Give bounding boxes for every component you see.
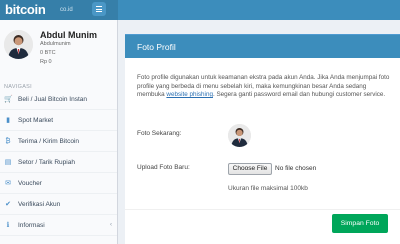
ticket-icon: ✉ (5, 180, 11, 187)
hamburger-icon-line (96, 11, 102, 12)
bitcoin-icon: ₿ (5, 138, 11, 145)
sidebar-item-verifikasi[interactable]: ✔ Verifikasi Akun (0, 195, 117, 215)
hamburger-icon-line (96, 8, 102, 10)
sidebar-item-label: Spot Market (18, 117, 54, 124)
phishing-link[interactable]: website phishing (166, 91, 213, 98)
card-header: Foto Profil (125, 35, 400, 58)
sidebar-item-label: Terima / Kirim Bitcoin (18, 138, 80, 145)
upload-photo-label: Upload Foto Baru: (137, 164, 190, 171)
chevron-left-icon: ‹ (110, 222, 112, 228)
sidebar-item-label: Setor / Tarik Rupiah (18, 159, 75, 166)
file-size-note: Ukuran file maksimal 100kb (228, 185, 308, 192)
sidebar-item-label: Voucher (18, 180, 42, 187)
description-text-2: . Segera ganti password email dan hubung… (212, 91, 386, 99)
file-status: No file chosen (275, 165, 317, 172)
sidebar: Abdul Munim Abdulmunim 0 BTC Rp 0 NAVIGA… (0, 20, 118, 244)
sidebar-item-voucher[interactable]: ✉ Voucher (0, 174, 117, 194)
divider (125, 209, 400, 210)
check-circle-icon: ✔ (5, 201, 11, 208)
choose-file-button[interactable]: Choose File (228, 163, 272, 175)
user-username: Abdulmunim (40, 41, 71, 47)
logo[interactable]: bitcoin co.id (0, 0, 118, 20)
money-icon: ▤ (4, 159, 12, 166)
idr-balance: Rp 0 (40, 59, 52, 65)
top-navbar: bitcoin co.id (0, 0, 400, 20)
sidebar-toggle-button[interactable] (92, 2, 106, 16)
user-name: Abdul Munim (40, 30, 97, 40)
cart-icon: 🛒 (4, 96, 13, 103)
sidebar-item-beli-jual[interactable]: 🛒 Beli / Jual Bitcoin Instan (0, 90, 117, 110)
save-photo-button[interactable]: Simpan Foto (332, 214, 388, 233)
card-title: Foto Profil (137, 42, 176, 52)
btc-balance: 0 BTC (40, 50, 56, 56)
sidebar-item-label: Informasi (18, 222, 45, 229)
avatar (4, 30, 33, 59)
logo-text: bitcoin (5, 2, 46, 17)
logo-suffix: co.id (60, 7, 73, 13)
profile-photo-card: Foto Profil Foto profile digunakan untuk… (125, 34, 400, 244)
description: Foto profile digunakan untuk keamanan ek… (137, 74, 395, 100)
chart-icon: ▮ (6, 117, 10, 124)
current-photo-label: Foto Sekarang: (137, 130, 182, 137)
hamburger-icon (96, 6, 102, 7)
user-panel: Abdul Munim Abdulmunim 0 BTC Rp 0 (0, 20, 117, 76)
sidebar-item-setor-tarik[interactable]: ▤ Setor / Tarik Rupiah (0, 153, 117, 173)
info-icon: ℹ (6, 222, 10, 229)
sidebar-item-terima-kirim[interactable]: ₿ Terima / Kirim Bitcoin (0, 132, 117, 152)
sidebar-item-spot-market[interactable]: ▮ Spot Market (0, 111, 117, 131)
current-photo (228, 124, 251, 147)
sidebar-item-label: Verifikasi Akun (18, 201, 61, 208)
sidebar-item-label: Beli / Jual Bitcoin Instan (18, 96, 88, 103)
sidebar-item-informasi[interactable]: ℹ Informasi ‹ (0, 216, 117, 236)
